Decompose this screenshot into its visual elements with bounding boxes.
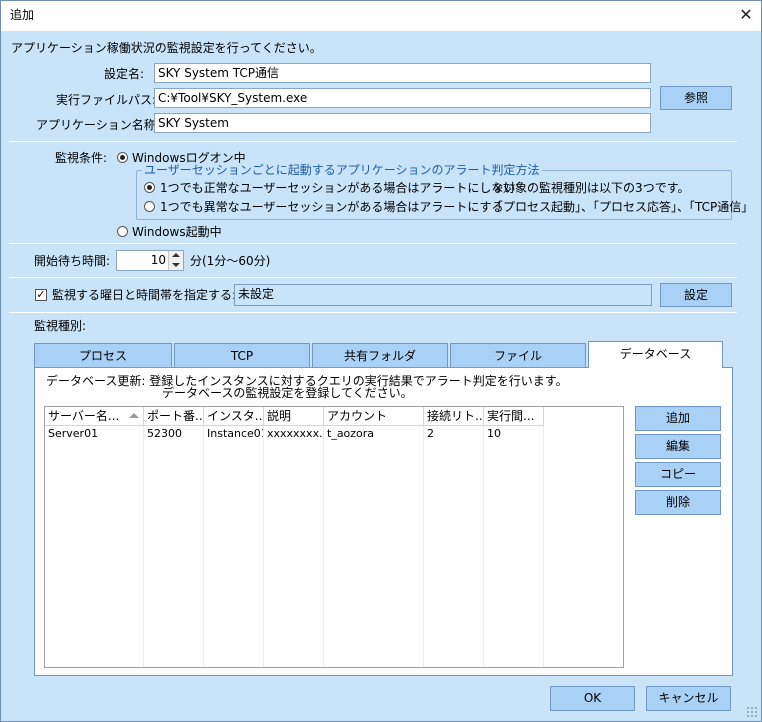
radio-windows-start[interactable] bbox=[117, 226, 128, 237]
window-title: 追加 bbox=[10, 8, 35, 22]
chevron-down-icon[interactable] bbox=[172, 263, 180, 267]
column-header[interactable]: ポート番... bbox=[144, 407, 204, 426]
column-divider bbox=[143, 426, 144, 667]
radio-abnormal-session[interactable] bbox=[144, 201, 155, 212]
tab-tcp[interactable]: TCP bbox=[174, 343, 310, 367]
tab-database[interactable]: データベース bbox=[588, 341, 723, 368]
separator bbox=[9, 312, 737, 313]
separator bbox=[9, 243, 737, 244]
exe-path-label: 実行ファイルパス: bbox=[56, 93, 157, 107]
database-table[interactable] bbox=[44, 406, 624, 668]
sort-asc-icon bbox=[129, 413, 139, 418]
cell-retry[interactable]: 2 bbox=[424, 425, 483, 443]
radio-normal-session[interactable] bbox=[144, 182, 155, 193]
note-line-1: ※対象の監視種別は以下の3つです。 bbox=[493, 181, 690, 195]
edit-button[interactable]: 編集 bbox=[635, 434, 721, 459]
radio-windows-start-label[interactable]: Windows起動中 bbox=[132, 225, 222, 239]
column-header[interactable]: 接続リト... bbox=[424, 407, 484, 426]
start-wait-unit: 分(1分～60分) bbox=[190, 254, 271, 268]
cell-port[interactable]: 52300 bbox=[144, 425, 203, 443]
resize-grip-icon[interactable] bbox=[746, 706, 758, 718]
ok-button[interactable]: OK bbox=[550, 686, 635, 711]
radio-normal-session-label[interactable]: 1つでも正常なユーザーセッションがある場合はアラートにしない bbox=[160, 181, 515, 195]
delete-button[interactable]: 削除 bbox=[635, 490, 721, 515]
column-header[interactable]: 実行間... bbox=[484, 407, 544, 426]
column-header[interactable]: 説明 bbox=[264, 407, 324, 426]
column-divider bbox=[263, 426, 264, 667]
tab-process[interactable]: プロセス bbox=[34, 343, 172, 367]
cell-server-name[interactable]: Server01 bbox=[45, 425, 143, 443]
radio-windows-logon[interactable] bbox=[117, 152, 128, 163]
column-divider bbox=[483, 426, 484, 667]
copy-button[interactable]: コピー bbox=[635, 462, 721, 487]
app-name-input[interactable]: SKY System bbox=[154, 113, 651, 133]
setting-name-label: 設定名: bbox=[104, 67, 145, 81]
cancel-button[interactable]: キャンセル bbox=[646, 686, 731, 711]
cell-instance[interactable]: Instance01 bbox=[204, 425, 263, 443]
radio-abnormal-session-label[interactable]: 1つでも異常なユーザーセッションがある場合はアラートにする bbox=[160, 200, 504, 214]
schedule-value: 未設定 bbox=[234, 284, 652, 306]
start-wait-value[interactable]: 10 bbox=[120, 253, 166, 267]
cell-description[interactable]: xxxxxxxx... bbox=[264, 425, 323, 443]
separator bbox=[9, 141, 737, 142]
start-wait-label: 開始待ち時間: bbox=[34, 254, 111, 268]
note-line-2: 「プロセス起動」、「プロセス応答」、「TCP通信」 bbox=[491, 200, 754, 214]
column-header[interactable]: インスタ... bbox=[204, 407, 264, 426]
add-button[interactable]: 追加 bbox=[635, 406, 721, 431]
column-divider bbox=[323, 426, 324, 667]
tab-shared-folder[interactable]: 共有フォルダ bbox=[312, 343, 448, 367]
browse-button[interactable]: 参照 bbox=[660, 86, 732, 110]
chevron-up-icon[interactable] bbox=[172, 253, 180, 257]
close-icon[interactable]: ✕ bbox=[736, 5, 756, 25]
monitor-type-label: 監視種別: bbox=[34, 319, 87, 333]
database-desc-line-2: データベースの監視設定を登録してください。 bbox=[162, 386, 413, 400]
schedule-checkbox[interactable]: ✓ bbox=[35, 289, 47, 301]
app-name-label: アプリケーション名称: bbox=[36, 118, 160, 132]
separator bbox=[9, 277, 737, 278]
monitor-condition-label: 監視条件: bbox=[55, 151, 108, 165]
column-divider bbox=[543, 426, 544, 667]
column-header[interactable]: アカウント bbox=[324, 407, 424, 426]
title-bar bbox=[1, 1, 761, 31]
cell-account[interactable]: t_aozora bbox=[324, 425, 423, 443]
exe-path-input[interactable]: C:¥Tool¥SKY_System.exe bbox=[154, 88, 651, 108]
schedule-checkbox-label[interactable]: 監視する曜日と時間帯を指定する: bbox=[52, 288, 236, 302]
cell-interval[interactable]: 10 bbox=[484, 425, 543, 443]
alert-method-group-title: ユーザーセッションごとに起動するアプリケーションのアラート判定方法 bbox=[142, 163, 542, 177]
column-divider bbox=[203, 426, 204, 667]
tab-file[interactable]: ファイル bbox=[450, 343, 586, 367]
setting-name-input[interactable]: SKY System TCP通信 bbox=[154, 63, 651, 83]
schedule-settings-button[interactable]: 設定 bbox=[660, 283, 732, 307]
column-divider bbox=[423, 426, 424, 667]
intro-text: アプリケーション稼働状況の監視設定を行ってください。 bbox=[11, 41, 322, 55]
